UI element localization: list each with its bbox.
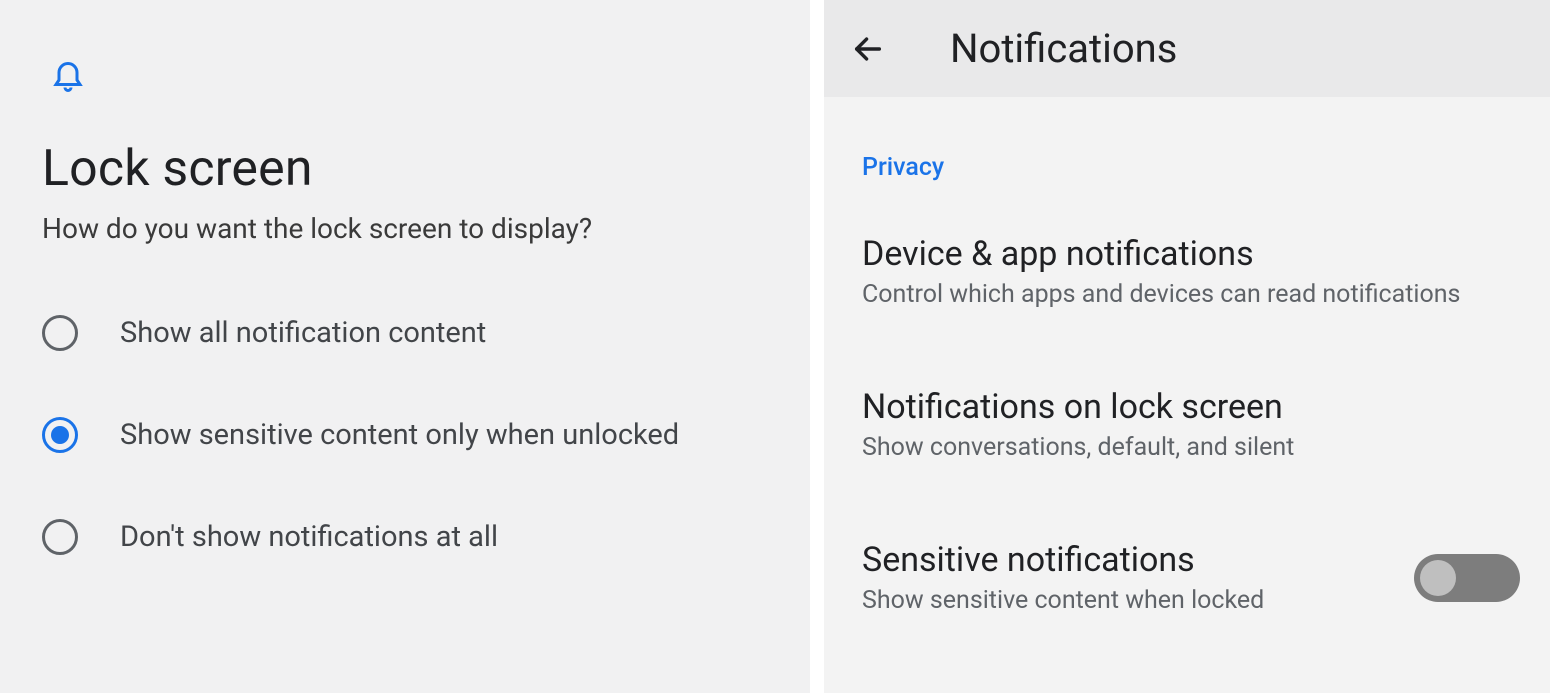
option-show-all[interactable]: Show all notification content (42, 315, 768, 351)
setting-device-app-notifications[interactable]: Device & app notifications Control which… (862, 234, 1520, 309)
radio-icon (42, 519, 78, 555)
radio-icon (42, 315, 78, 351)
setting-subtitle: Control which apps and devices can read … (862, 280, 1520, 309)
setting-sensitive-notifications[interactable]: Sensitive notifications Show sensitive c… (862, 540, 1520, 615)
setting-notifications-lock-screen[interactable]: Notifications on lock screen Show conver… (862, 387, 1520, 462)
radio-label: Show sensitive content only when unlocke… (120, 418, 679, 452)
setting-text: Notifications on lock screen Show conver… (862, 387, 1520, 462)
radio-label: Don't show notifications at all (120, 520, 498, 554)
option-sensitive-unlocked[interactable]: Show sensitive content only when unlocke… (42, 417, 768, 453)
lock-screen-title: Lock screen (42, 140, 768, 198)
setting-text: Device & app notifications Control which… (862, 234, 1520, 309)
back-button[interactable] (844, 25, 892, 73)
toggle-knob (1420, 560, 1456, 596)
option-dont-show[interactable]: Don't show notifications at all (42, 519, 768, 555)
sensitive-notifications-toggle[interactable] (1414, 554, 1520, 602)
section-header-privacy: Privacy (862, 153, 1520, 182)
bell-icon (50, 56, 768, 96)
radio-label: Show all notification content (120, 316, 486, 350)
setting-title: Notifications on lock screen (862, 387, 1520, 427)
setting-title: Device & app notifications (862, 234, 1520, 274)
settings-body: Privacy Device & app notifications Contr… (824, 97, 1550, 693)
lock-screen-subtitle: How do you want the lock screen to displ… (42, 212, 768, 245)
appbar: Notifications (824, 0, 1550, 97)
setting-title: Sensitive notifications (862, 540, 1414, 580)
radio-icon (42, 417, 78, 453)
setting-subtitle: Show conversations, default, and silent (862, 433, 1520, 462)
setting-text: Sensitive notifications Show sensitive c… (862, 540, 1414, 615)
lock-screen-options: Show all notification content Show sensi… (42, 315, 768, 555)
lock-screen-dialog: Lock screen How do you want the lock scr… (0, 0, 810, 693)
notifications-settings-screen: Notifications Privacy Device & app notif… (824, 0, 1550, 693)
appbar-title: Notifications (950, 25, 1177, 72)
setting-subtitle: Show sensitive content when locked (862, 586, 1414, 615)
